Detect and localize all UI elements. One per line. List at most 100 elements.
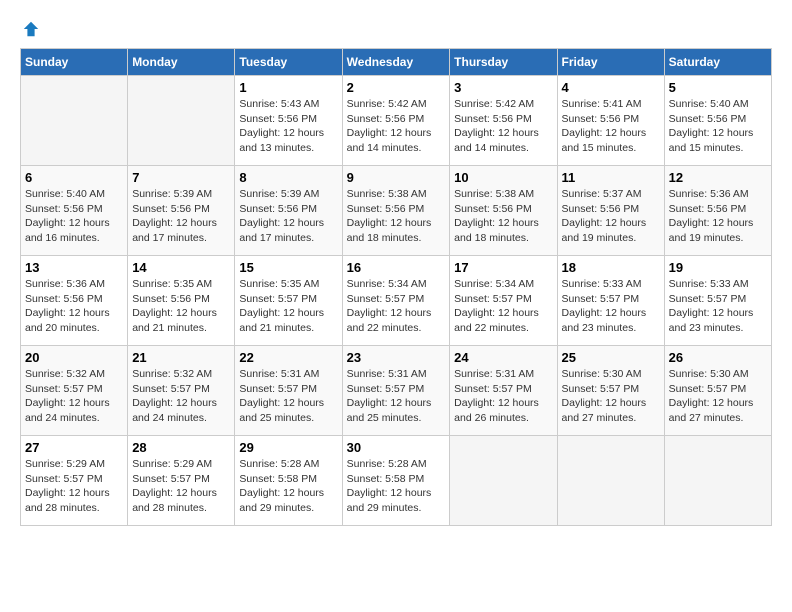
day-info: Sunrise: 5:39 AM Sunset: 5:56 PM Dayligh… — [239, 187, 337, 246]
calendar-cell: 29 Sunrise: 5:28 AM Sunset: 5:58 PM Dayli… — [235, 436, 342, 526]
calendar-cell: 17 Sunrise: 5:34 AM Sunset: 5:57 PM Dayli… — [450, 256, 557, 346]
day-number: 19 — [669, 260, 767, 275]
day-info: Sunrise: 5:36 AM Sunset: 5:56 PM Dayligh… — [669, 187, 767, 246]
calendar-cell: 5 Sunrise: 5:40 AM Sunset: 5:56 PM Daylig… — [664, 76, 771, 166]
calendar-cell: 7Sunrise: 5:39 AM Sunset: 5:56 PM Daylig… — [128, 166, 235, 256]
day-number: 26 — [669, 350, 767, 365]
logo-icon — [22, 20, 40, 38]
day-number: 10 — [454, 170, 552, 185]
calendar-cell: 22 Sunrise: 5:31 AM Sunset: 5:57 PM Dayli… — [235, 346, 342, 436]
day-info: Sunrise: 5:38 AM Sunset: 5:56 PM Dayligh… — [347, 187, 446, 246]
weekday-header-sunday: Sunday — [21, 49, 128, 76]
day-info: Sunrise: 5:34 AM Sunset: 5:57 PM Dayligh… — [347, 277, 446, 336]
week-row-5: 27 Sunrise: 5:29 AM Sunset: 5:57 PM Dayli… — [21, 436, 772, 526]
day-number: 29 — [239, 440, 337, 455]
calendar-cell: 19 Sunrise: 5:33 AM Sunset: 5:57 PM Dayli… — [664, 256, 771, 346]
day-number: 13 — [25, 260, 123, 275]
calendar-cell — [557, 436, 664, 526]
calendar-cell: 14 Sunrise: 5:35 AM Sunset: 5:56 PM Dayli… — [128, 256, 235, 346]
calendar-cell: 18 Sunrise: 5:33 AM Sunset: 5:57 PM Dayli… — [557, 256, 664, 346]
day-number: 22 — [239, 350, 337, 365]
calendar-cell: 13 Sunrise: 5:36 AM Sunset: 5:56 PM Dayli… — [21, 256, 128, 346]
day-number: 9 — [347, 170, 446, 185]
day-number: 21 — [132, 350, 230, 365]
day-info: Sunrise: 5:42 AM Sunset: 5:56 PM Dayligh… — [454, 97, 552, 156]
day-number: 1 — [239, 80, 337, 95]
day-number: 5 — [669, 80, 767, 95]
day-info: Sunrise: 5:40 AM Sunset: 5:56 PM Dayligh… — [25, 187, 123, 246]
calendar-cell: 20 Sunrise: 5:32 AM Sunset: 5:57 PM Dayli… — [21, 346, 128, 436]
day-number: 3 — [454, 80, 552, 95]
day-number: 30 — [347, 440, 446, 455]
day-info: Sunrise: 5:29 AM Sunset: 5:57 PM Dayligh… — [132, 457, 230, 516]
calendar-cell: 21 Sunrise: 5:32 AM Sunset: 5:57 PM Dayli… — [128, 346, 235, 436]
day-info: Sunrise: 5:32 AM Sunset: 5:57 PM Dayligh… — [132, 367, 230, 426]
calendar-cell: 10Sunrise: 5:38 AM Sunset: 5:56 PM Dayli… — [450, 166, 557, 256]
day-number: 2 — [347, 80, 446, 95]
day-number: 27 — [25, 440, 123, 455]
day-info: Sunrise: 5:29 AM Sunset: 5:57 PM Dayligh… — [25, 457, 123, 516]
weekday-header-wednesday: Wednesday — [342, 49, 450, 76]
calendar-cell: 24 Sunrise: 5:31 AM Sunset: 5:57 PM Dayli… — [450, 346, 557, 436]
day-info: Sunrise: 5:35 AM Sunset: 5:56 PM Dayligh… — [132, 277, 230, 336]
calendar-cell: 28 Sunrise: 5:29 AM Sunset: 5:57 PM Dayli… — [128, 436, 235, 526]
calendar-cell: 25 Sunrise: 5:30 AM Sunset: 5:57 PM Dayli… — [557, 346, 664, 436]
week-row-4: 20 Sunrise: 5:32 AM Sunset: 5:57 PM Dayli… — [21, 346, 772, 436]
calendar-cell: 27 Sunrise: 5:29 AM Sunset: 5:57 PM Dayli… — [21, 436, 128, 526]
day-info: Sunrise: 5:42 AM Sunset: 5:56 PM Dayligh… — [347, 97, 446, 156]
day-info: Sunrise: 5:32 AM Sunset: 5:57 PM Dayligh… — [25, 367, 123, 426]
calendar-cell: 30 Sunrise: 5:28 AM Sunset: 5:58 PM Dayli… — [342, 436, 450, 526]
calendar-cell: 4 Sunrise: 5:41 AM Sunset: 5:56 PM Daylig… — [557, 76, 664, 166]
day-number: 16 — [347, 260, 446, 275]
day-number: 25 — [562, 350, 660, 365]
calendar-cell: 2 Sunrise: 5:42 AM Sunset: 5:56 PM Daylig… — [342, 76, 450, 166]
calendar-cell — [664, 436, 771, 526]
day-number: 24 — [454, 350, 552, 365]
calendar-cell: 6Sunrise: 5:40 AM Sunset: 5:56 PM Daylig… — [21, 166, 128, 256]
week-row-3: 13 Sunrise: 5:36 AM Sunset: 5:56 PM Dayli… — [21, 256, 772, 346]
calendar-cell: 8 Sunrise: 5:39 AM Sunset: 5:56 PM Daylig… — [235, 166, 342, 256]
day-info: Sunrise: 5:35 AM Sunset: 5:57 PM Dayligh… — [239, 277, 337, 336]
calendar-cell: 3 Sunrise: 5:42 AM Sunset: 5:56 PM Daylig… — [450, 76, 557, 166]
day-number: 18 — [562, 260, 660, 275]
day-info: Sunrise: 5:43 AM Sunset: 5:56 PM Dayligh… — [239, 97, 337, 156]
day-info: Sunrise: 5:31 AM Sunset: 5:57 PM Dayligh… — [347, 367, 446, 426]
day-number: 23 — [347, 350, 446, 365]
calendar-cell: 26 Sunrise: 5:30 AM Sunset: 5:57 PM Dayli… — [664, 346, 771, 436]
day-info: Sunrise: 5:33 AM Sunset: 5:57 PM Dayligh… — [562, 277, 660, 336]
logo — [20, 20, 40, 38]
day-info: Sunrise: 5:40 AM Sunset: 5:56 PM Dayligh… — [669, 97, 767, 156]
day-info: Sunrise: 5:39 AM Sunset: 5:56 PM Dayligh… — [132, 187, 230, 246]
weekday-header-row: SundayMondayTuesdayWednesdayThursdayFrid… — [21, 49, 772, 76]
day-info: Sunrise: 5:30 AM Sunset: 5:57 PM Dayligh… — [562, 367, 660, 426]
day-number: 14 — [132, 260, 230, 275]
day-info: Sunrise: 5:34 AM Sunset: 5:57 PM Dayligh… — [454, 277, 552, 336]
calendar: SundayMondayTuesdayWednesdayThursdayFrid… — [20, 48, 772, 526]
day-number: 15 — [239, 260, 337, 275]
day-number: 20 — [25, 350, 123, 365]
calendar-cell: 23 Sunrise: 5:31 AM Sunset: 5:57 PM Dayli… — [342, 346, 450, 436]
calendar-cell — [21, 76, 128, 166]
calendar-cell: 1 Sunrise: 5:43 AM Sunset: 5:56 PM Daylig… — [235, 76, 342, 166]
day-number: 4 — [562, 80, 660, 95]
weekday-header-tuesday: Tuesday — [235, 49, 342, 76]
day-info: Sunrise: 5:30 AM Sunset: 5:57 PM Dayligh… — [669, 367, 767, 426]
calendar-cell: 15 Sunrise: 5:35 AM Sunset: 5:57 PM Dayli… — [235, 256, 342, 346]
day-info: Sunrise: 5:28 AM Sunset: 5:58 PM Dayligh… — [347, 457, 446, 516]
calendar-cell — [450, 436, 557, 526]
day-info: Sunrise: 5:36 AM Sunset: 5:56 PM Dayligh… — [25, 277, 123, 336]
day-info: Sunrise: 5:31 AM Sunset: 5:57 PM Dayligh… — [454, 367, 552, 426]
day-number: 17 — [454, 260, 552, 275]
day-number: 8 — [239, 170, 337, 185]
day-info: Sunrise: 5:37 AM Sunset: 5:56 PM Dayligh… — [562, 187, 660, 246]
day-info: Sunrise: 5:33 AM Sunset: 5:57 PM Dayligh… — [669, 277, 767, 336]
day-number: 12 — [669, 170, 767, 185]
day-number: 28 — [132, 440, 230, 455]
day-info: Sunrise: 5:41 AM Sunset: 5:56 PM Dayligh… — [562, 97, 660, 156]
calendar-cell: 9 Sunrise: 5:38 AM Sunset: 5:56 PM Daylig… — [342, 166, 450, 256]
calendar-cell: 11Sunrise: 5:37 AM Sunset: 5:56 PM Dayli… — [557, 166, 664, 256]
weekday-header-monday: Monday — [128, 49, 235, 76]
day-info: Sunrise: 5:28 AM Sunset: 5:58 PM Dayligh… — [239, 457, 337, 516]
day-info: Sunrise: 5:31 AM Sunset: 5:57 PM Dayligh… — [239, 367, 337, 426]
calendar-cell — [128, 76, 235, 166]
